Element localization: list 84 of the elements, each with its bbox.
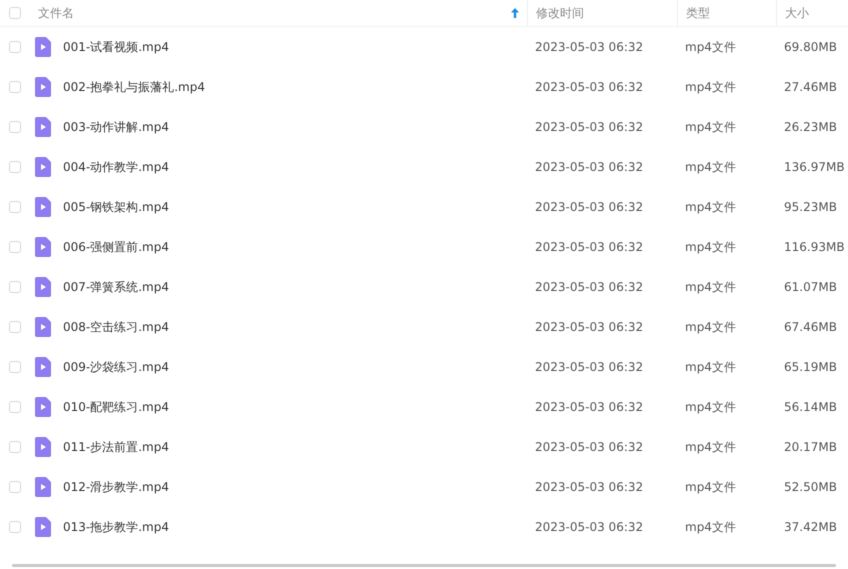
file-size: 69.80MB [784,40,837,54]
modified-time: 2023-05-03 06:32 [535,400,644,414]
modified-time: 2023-05-03 06:32 [535,280,644,294]
file-size: 95.23MB [784,200,837,214]
file-name[interactable]: 013-拖步教学.mp4 [63,518,169,536]
file-type: mp4文件 [685,160,736,174]
file-size: 26.23MB [784,120,837,134]
file-name[interactable]: 004-动作教学.mp4 [63,158,169,176]
row-checkbox[interactable] [9,441,21,453]
file-type: mp4文件 [685,120,736,134]
file-size: 136.97MB [784,160,845,174]
file-size: 65.19MB [784,360,837,374]
file-size: 56.14MB [784,400,837,414]
file-name[interactable]: 001-试看视频.mp4 [63,38,169,56]
video-file-icon [35,437,51,457]
row-checkbox[interactable] [9,321,21,333]
video-file-icon [35,277,51,297]
modified-time: 2023-05-03 06:32 [535,240,644,254]
row-checkbox[interactable] [9,161,21,173]
video-file-icon [35,517,51,537]
modified-time: 2023-05-03 06:32 [535,320,644,334]
video-file-icon [35,237,51,257]
video-file-icon [35,477,51,497]
file-name[interactable]: 008-空击练习.mp4 [63,318,169,336]
file-type: mp4文件 [685,400,736,414]
row-checkbox[interactable] [9,481,21,493]
select-all-checkbox[interactable] [9,7,21,19]
file-type: mp4文件 [685,40,736,54]
file-type: mp4文件 [685,440,736,454]
row-checkbox[interactable] [9,121,21,133]
modified-time: 2023-05-03 06:32 [535,80,644,94]
file-name[interactable]: 002-抱拳礼与振藩礼.mp4 [63,78,205,96]
file-name[interactable]: 003-动作讲解.mp4 [63,118,169,136]
file-size: 37.42MB [784,520,837,534]
row-checkbox[interactable] [9,81,21,93]
file-name[interactable]: 009-沙袋练习.mp4 [63,358,169,376]
file-name[interactable]: 005-钢铁架构.mp4 [63,198,169,216]
row-checkbox[interactable] [9,41,21,53]
video-file-icon [35,397,51,417]
row-checkbox[interactable] [9,401,21,413]
video-file-icon [35,317,51,337]
modified-time: 2023-05-03 06:32 [535,200,644,214]
file-type: mp4文件 [685,360,736,374]
video-file-icon [35,357,51,377]
file-name[interactable]: 012-滑步教学.mp4 [63,478,169,496]
column-header[interactable]: 文件名 [38,4,74,22]
file-size: 116.93MB [784,240,845,254]
file-name[interactable]: 007-弹簧系统.mp4 [63,278,169,296]
row-checkbox[interactable] [9,281,21,293]
horizontal-scrollbar[interactable] [12,564,836,567]
file-name[interactable]: 011-步法前置.mp4 [63,438,169,456]
file-size: 52.50MB [784,480,837,494]
video-file-icon [35,117,51,137]
file-type: mp4文件 [685,520,736,534]
file-type: mp4文件 [685,200,736,214]
row-checkbox[interactable] [9,201,21,213]
row-checkbox[interactable] [9,361,21,373]
video-file-icon [35,77,51,97]
column-header[interactable]: 修改时间 [536,4,584,22]
video-file-icon [35,157,51,177]
video-file-icon [35,197,51,217]
column-header[interactable]: 大小 [785,4,809,22]
file-size: 20.17MB [784,440,837,454]
file-size: 27.46MB [784,80,837,94]
modified-time: 2023-05-03 06:32 [535,480,644,494]
file-type: mp4文件 [685,240,736,254]
row-checkbox[interactable] [9,241,21,253]
modified-time: 2023-05-03 06:32 [535,40,644,54]
modified-time: 2023-05-03 06:32 [535,120,644,134]
modified-time: 2023-05-03 06:32 [535,440,644,454]
file-size: 67.46MB [784,320,837,334]
file-name[interactable]: 006-强侧置前.mp4 [63,238,169,256]
row-checkbox[interactable] [9,521,21,533]
video-file-icon [35,37,51,57]
modified-time: 2023-05-03 06:32 [535,520,644,534]
file-type: mp4文件 [685,320,736,334]
file-type: mp4文件 [685,80,736,94]
file-size: 61.07MB [784,280,837,294]
file-name[interactable]: 010-配靶练习.mp4 [63,398,169,416]
file-type: mp4文件 [685,280,736,294]
file-type: mp4文件 [685,480,736,494]
modified-time: 2023-05-03 06:32 [535,360,644,374]
column-header[interactable]: 类型 [686,4,710,22]
modified-time: 2023-05-03 06:32 [535,160,644,174]
